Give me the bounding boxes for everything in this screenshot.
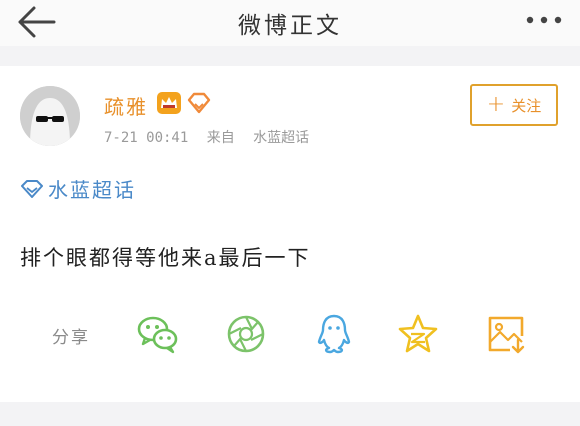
diamond-topic-icon bbox=[21, 179, 43, 198]
post-time: 7-21 00:41 bbox=[104, 130, 189, 146]
moments-icon[interactable] bbox=[224, 312, 268, 356]
plus-icon: + bbox=[486, 92, 506, 117]
post-source[interactable]: 水蓝超话 bbox=[253, 130, 309, 146]
ghost-avatar-image bbox=[20, 86, 80, 146]
qzone-icon[interactable] bbox=[396, 312, 440, 356]
wechat-icon[interactable] bbox=[136, 312, 180, 356]
qq-icon[interactable] bbox=[312, 312, 356, 356]
more-dots-icon[interactable] bbox=[524, 12, 564, 28]
avatar[interactable] bbox=[20, 86, 80, 146]
source-prefix: 来自 bbox=[206, 130, 235, 146]
share-label: 分享 bbox=[52, 328, 90, 348]
follow-button[interactable]: + 关注 bbox=[470, 84, 558, 126]
save-image-icon[interactable] bbox=[484, 312, 528, 356]
top-nav-bar: 微博正文 bbox=[0, 0, 580, 46]
topic-link[interactable]: 水蓝超话 bbox=[20, 174, 136, 203]
topic-label: 水蓝超话 bbox=[48, 178, 136, 202]
crown-badge-icon bbox=[157, 92, 181, 114]
post-meta: 7-21 00:41 来自 水蓝超话 bbox=[104, 127, 319, 147]
diamond-badge-icon bbox=[187, 92, 211, 114]
follow-label: 关注 bbox=[511, 96, 542, 115]
post-content: 排个眼都得等他来a最后一下 bbox=[20, 246, 311, 270]
page-title: 微博正文 bbox=[238, 13, 342, 39]
username[interactable]: 疏雅 bbox=[104, 91, 148, 120]
post-card: 疏雅 7-21 00:41 来自 水蓝超话 + 关注 水蓝超话 排个眼都得等他来… bbox=[0, 66, 580, 402]
